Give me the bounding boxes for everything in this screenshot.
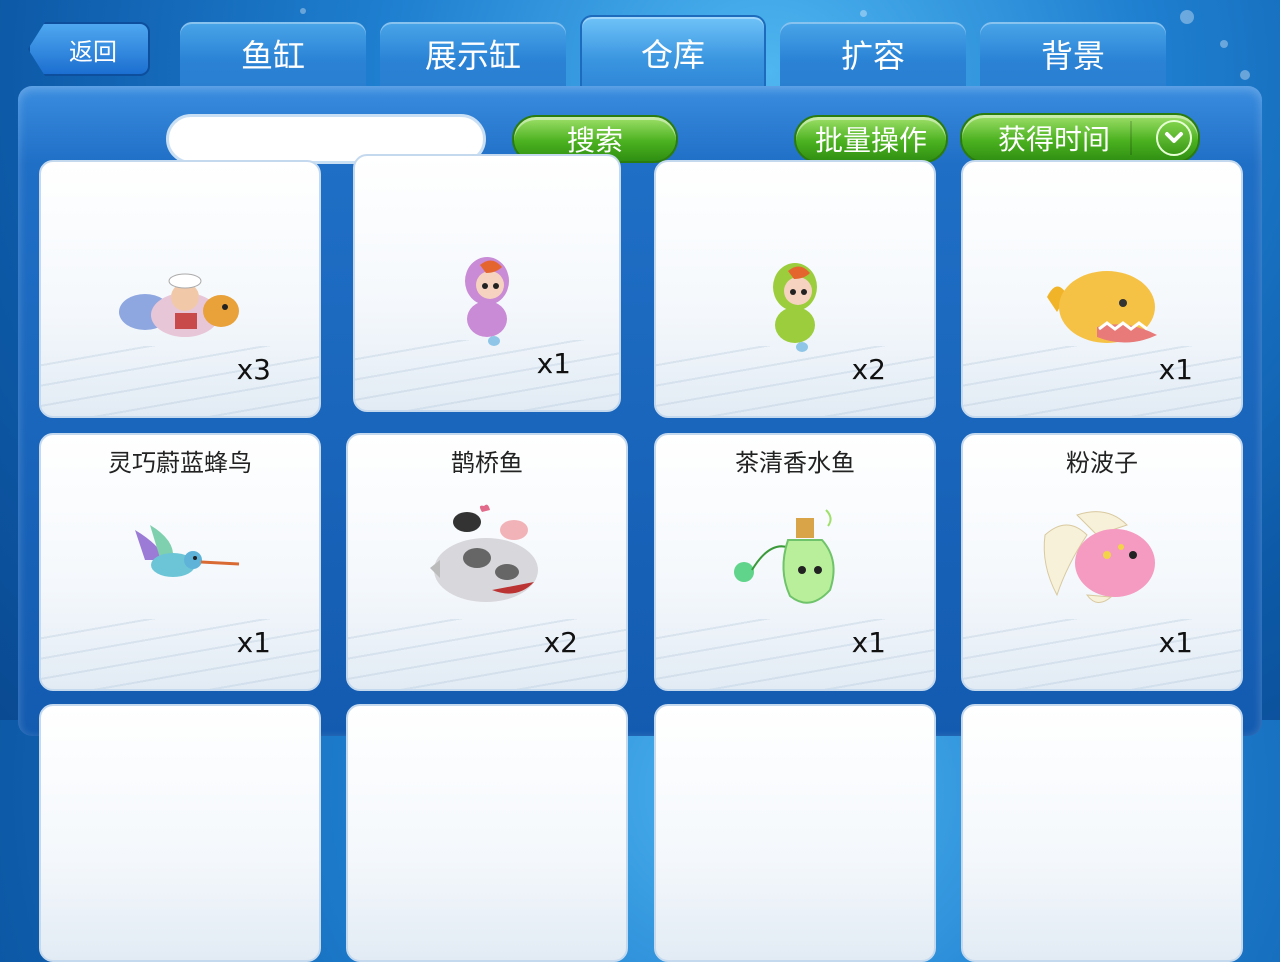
sort-select-value: 获得时间 <box>998 123 1111 156</box>
tab-label: 背景 <box>1040 37 1105 75</box>
item-card[interactable]: 灵巧蔚蓝蜂鸟 x1 <box>39 433 321 691</box>
sort-select[interactable]: 获得时间 <box>960 113 1200 163</box>
tab-label: 仓库 <box>640 36 705 74</box>
item-card-partial[interactable] <box>346 704 628 962</box>
cow-fish-icon <box>422 500 552 614</box>
tab-label: 扩容 <box>840 37 905 75</box>
item-name: 粉波子 <box>1066 449 1138 477</box>
item-count: x1 <box>536 347 571 380</box>
card-floor <box>41 346 319 416</box>
item-count: x2 <box>851 353 886 386</box>
tab-fish-tank[interactable]: 鱼缸 <box>180 22 366 86</box>
pink-fish-icon <box>1037 505 1167 619</box>
search-button-label: 搜索 <box>566 124 623 157</box>
item-card[interactable]: x1 <box>353 154 621 412</box>
tab-label: 展示缸 <box>424 37 521 75</box>
chevron-down-icon[interactable] <box>1156 120 1192 156</box>
perfume-fish-icon <box>730 500 860 624</box>
item-card-partial[interactable] <box>961 704 1243 962</box>
item-name: 灵巧蔚蓝蜂鸟 <box>108 449 252 477</box>
card-floor <box>41 619 319 689</box>
item-card-partial[interactable] <box>39 704 321 962</box>
item-card[interactable]: 鹊桥鱼 x2 <box>346 433 628 691</box>
fish-group-icon <box>115 267 245 351</box>
item-card[interactable]: x1 <box>961 160 1243 418</box>
back-button-label: 返回 <box>69 37 117 66</box>
card-floor <box>656 619 934 689</box>
back-button[interactable]: 返回 <box>28 22 150 76</box>
item-card[interactable]: x2 <box>654 160 936 418</box>
item-count: x3 <box>236 353 271 386</box>
item-card[interactable]: 粉波子 x1 <box>961 433 1243 691</box>
tab-label: 鱼缸 <box>240 37 305 75</box>
item-count: x1 <box>1158 353 1193 386</box>
item-count: x1 <box>236 626 271 659</box>
tab-warehouse[interactable]: 仓库 <box>580 15 766 89</box>
item-count: x1 <box>851 626 886 659</box>
item-card[interactable]: x3 <box>39 160 321 418</box>
item-name: 茶清香水鱼 <box>735 449 855 477</box>
dropdown-separator <box>1130 121 1132 155</box>
item-count: x1 <box>1158 626 1193 659</box>
tab-expand[interactable]: 扩容 <box>780 22 966 86</box>
card-floor <box>348 619 626 689</box>
purple-mushroom-kid-icon <box>452 251 522 355</box>
item-card-partial[interactable] <box>654 704 936 962</box>
hummingbird-icon <box>115 520 245 594</box>
tab-background[interactable]: 背景 <box>980 22 1166 86</box>
item-count: x2 <box>543 626 578 659</box>
item-name: 鹊桥鱼 <box>451 449 523 477</box>
yellow-shark-icon <box>1037 257 1167 361</box>
green-mushroom-kid-icon <box>760 257 830 361</box>
item-card[interactable]: 茶清香水鱼 x1 <box>654 433 936 691</box>
batch-operation-button[interactable]: 批量操作 <box>794 115 948 163</box>
batch-button-label: 批量操作 <box>814 124 927 157</box>
tab-display-tank[interactable]: 展示缸 <box>380 22 566 86</box>
card-floor <box>963 619 1241 689</box>
